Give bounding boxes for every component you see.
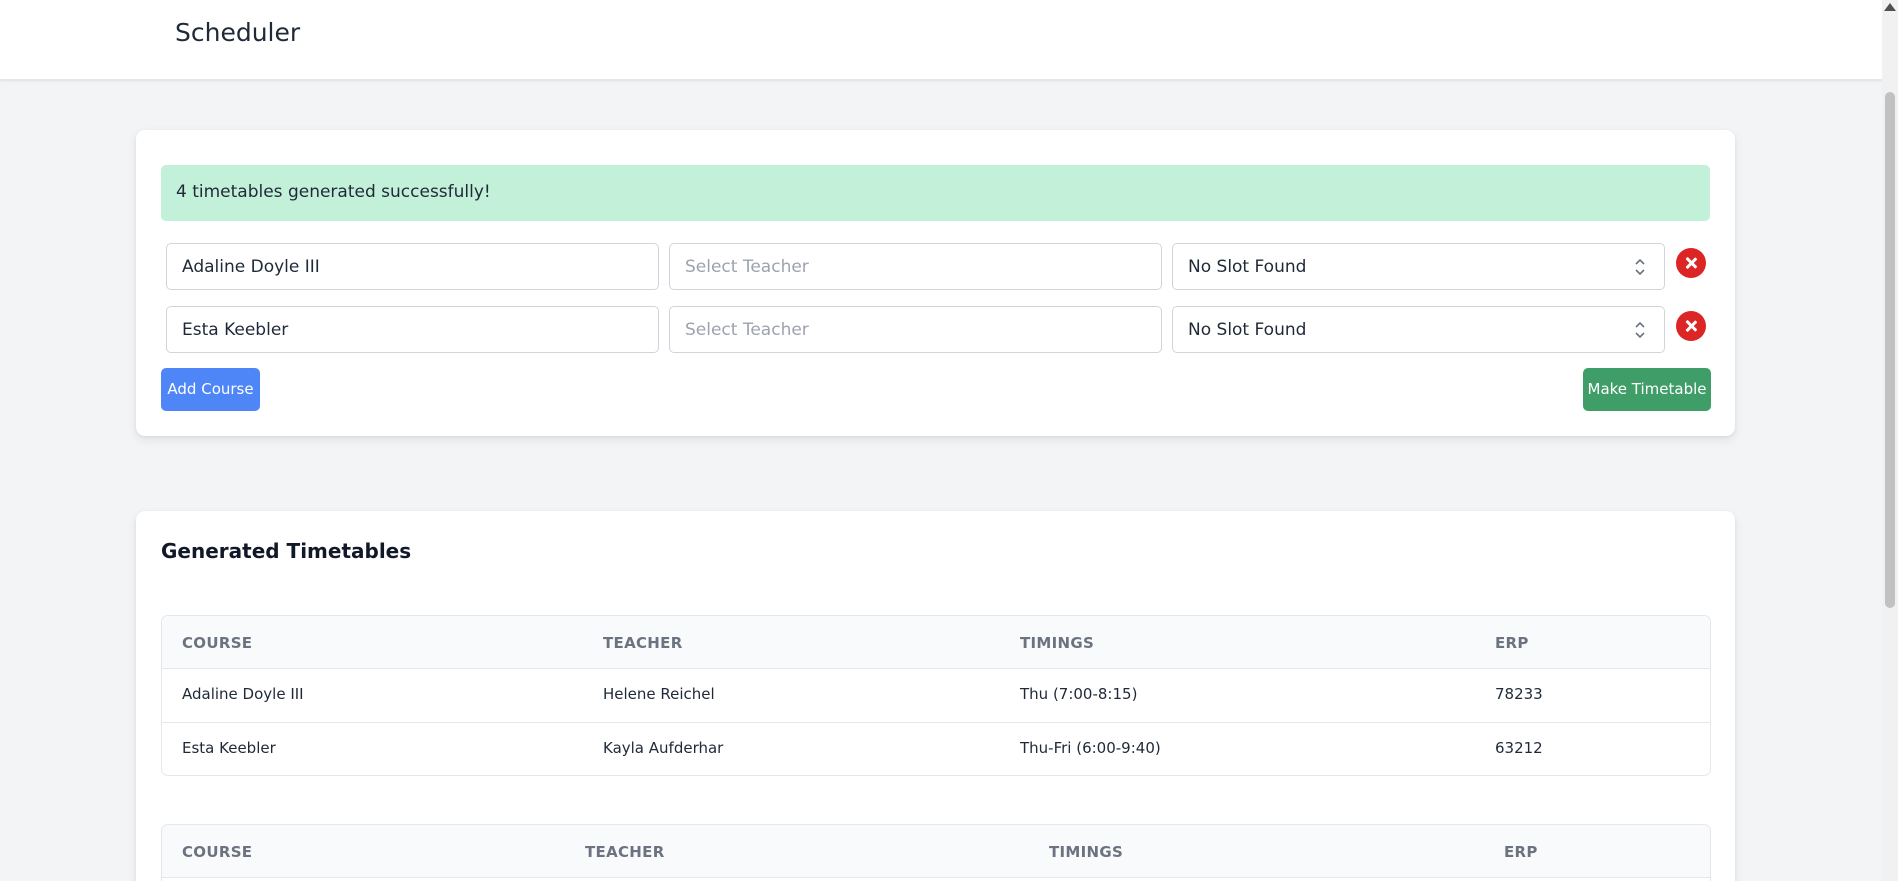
add-course-button[interactable]: Add Course <box>161 368 260 411</box>
app-brand[interactable]: Scheduler <box>175 18 300 47</box>
course-input[interactable]: Adaline Doyle III <box>166 243 659 290</box>
course-input-value: Esta Keebler <box>182 320 289 340</box>
success-alert: 4 timetables generated successfully! <box>161 165 1710 221</box>
generated-timetables-card: Generated Timetables COURSE TEACHER TIMI… <box>136 511 1735 881</box>
page-scrollbar[interactable] <box>1882 0 1898 881</box>
cell-timings: Thu (7:00-8:15) <box>1020 685 1138 703</box>
course-form-card: 4 timetables generated successfully! Ada… <box>136 130 1735 436</box>
scroll-up-arrow-icon[interactable] <box>1884 3 1896 11</box>
chevron-up-down-icon <box>1635 258 1645 276</box>
make-timetable-button[interactable]: Make Timetable <box>1583 368 1711 411</box>
table-row: Adaline Doyle III Helene Reichel Thu (7:… <box>162 669 1710 723</box>
column-header-teacher: TEACHER <box>585 843 665 861</box>
slot-select-value: No Slot Found <box>1188 320 1307 340</box>
table-header: COURSE TEACHER TIMINGS ERP <box>162 825 1710 878</box>
cell-teacher: Helene Reichel <box>603 685 715 703</box>
column-header-timings: TIMINGS <box>1020 634 1095 652</box>
column-header-teacher: TEACHER <box>603 634 683 652</box>
teacher-select[interactable]: Select Teacher <box>669 243 1162 290</box>
cell-course: Esta Keebler <box>182 739 276 757</box>
column-header-course: COURSE <box>182 634 253 652</box>
timetable-table: COURSE TEACHER TIMINGS ERP <box>161 824 1711 881</box>
remove-course-button[interactable] <box>1676 311 1706 341</box>
section-title: Generated Timetables <box>161 539 412 563</box>
teacher-select-placeholder: Select Teacher <box>685 320 809 340</box>
column-header-erp: ERP <box>1504 843 1538 861</box>
teacher-select-placeholder: Select Teacher <box>685 257 809 277</box>
scroll-thumb[interactable] <box>1885 92 1895 608</box>
slot-select[interactable]: No Slot Found <box>1172 306 1665 353</box>
course-input-value: Adaline Doyle III <box>182 257 320 277</box>
cell-course: Adaline Doyle III <box>182 685 304 703</box>
table-row: Esta Keebler Kayla Aufderhar Thu-Fri (6:… <box>162 723 1710 775</box>
course-input[interactable]: Esta Keebler <box>166 306 659 353</box>
table-header: COURSE TEACHER TIMINGS ERP <box>162 616 1710 669</box>
chevron-up-down-icon <box>1635 321 1645 339</box>
slot-select[interactable]: No Slot Found <box>1172 243 1665 290</box>
top-navbar: Scheduler <box>0 0 1882 81</box>
timetable-table: COURSE TEACHER TIMINGS ERP Adaline Doyle… <box>161 615 1711 776</box>
cell-erp: 78233 <box>1495 685 1543 703</box>
column-header-timings: TIMINGS <box>1049 843 1124 861</box>
cell-erp: 63212 <box>1495 739 1543 757</box>
slot-select-value: No Slot Found <box>1188 257 1307 277</box>
remove-course-button[interactable] <box>1676 248 1706 278</box>
column-header-course: COURSE <box>182 843 253 861</box>
success-alert-message: 4 timetables generated successfully! <box>176 182 491 202</box>
cell-teacher: Kayla Aufderhar <box>603 739 724 757</box>
column-header-erp: ERP <box>1495 634 1529 652</box>
teacher-select[interactable]: Select Teacher <box>669 306 1162 353</box>
cell-timings: Thu-Fri (6:00-9:40) <box>1020 739 1161 757</box>
